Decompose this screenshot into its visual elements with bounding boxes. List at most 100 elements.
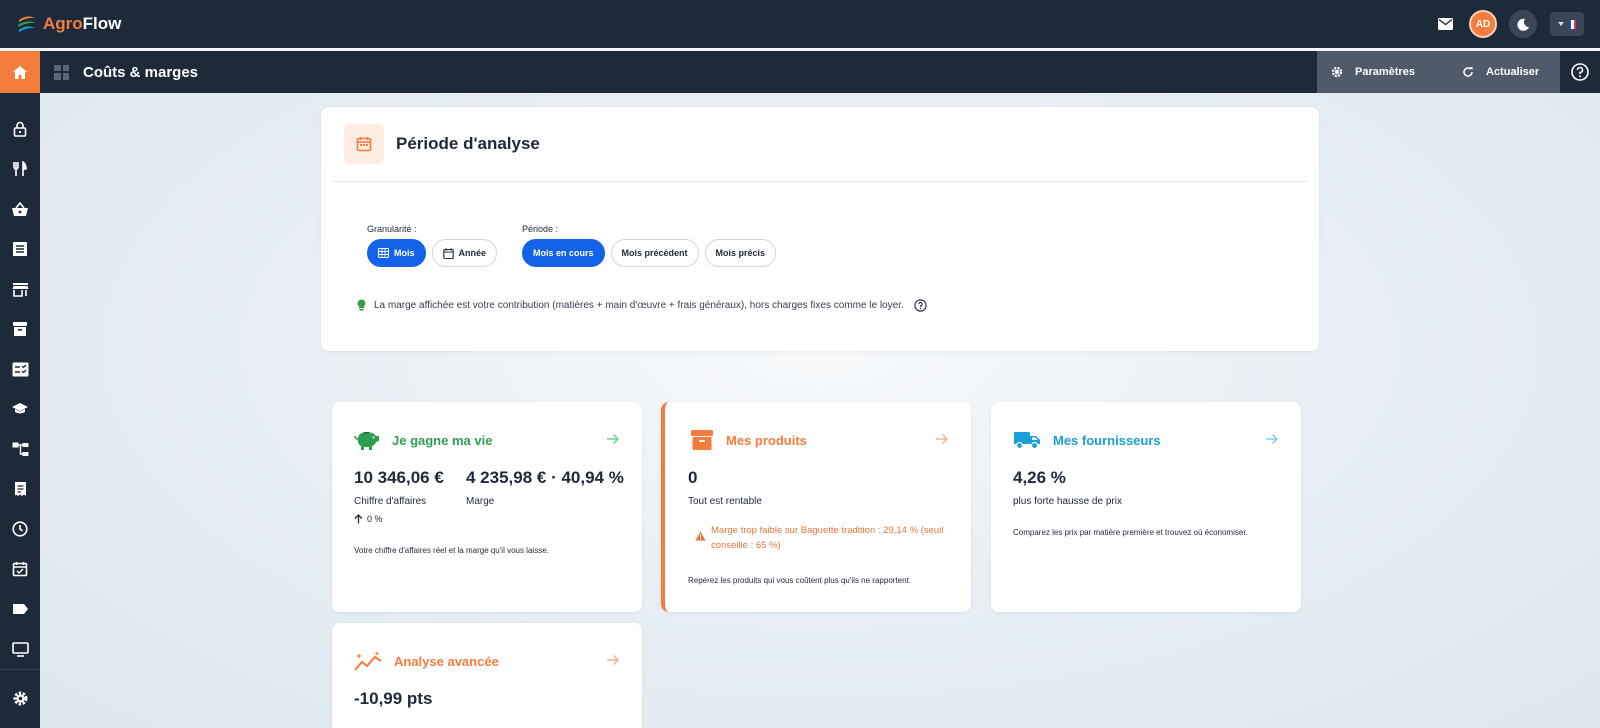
calendar-icon (442, 247, 454, 259)
card-title: Je gagne ma vie (392, 432, 493, 448)
moon-icon (1516, 18, 1529, 31)
sidebar-item-settings[interactable] (0, 678, 40, 718)
basket-icon (12, 201, 28, 216)
dark-mode-toggle[interactable] (1509, 10, 1537, 38)
clock-icon (12, 521, 28, 537)
card-header: Je gagne ma vie (354, 427, 620, 453)
sidebar-item-training[interactable] (0, 389, 40, 429)
home-button[interactable] (0, 51, 40, 93)
sidebar-item-archive[interactable] (0, 309, 40, 349)
period-specific-month-button[interactable]: Mois précis (704, 239, 777, 267)
period-label: Période : (522, 224, 559, 234)
margin-note: La marge affichée est votre contribution… (357, 299, 927, 312)
gear-icon (1331, 66, 1343, 78)
list-icon (13, 242, 27, 256)
school-icon (12, 403, 28, 414)
trend-sparkle-icon (354, 651, 382, 671)
archive-box-icon (691, 430, 713, 450)
settings-icon (13, 691, 27, 705)
revenue-change: 0 % (354, 514, 383, 524)
chevron-down-icon (1558, 22, 1564, 26)
advanced-value: -10,99 pts (354, 689, 433, 708)
settings-button[interactable]: Paramètres (1317, 51, 1447, 93)
archive-icon (13, 322, 27, 336)
refresh-button[interactable]: Actualiser (1447, 51, 1560, 93)
card-products[interactable]: Mes produits 0 Tout est rentable Marge t… (661, 402, 971, 612)
lightbulb-icon (357, 299, 366, 311)
help-icon[interactable] (914, 299, 927, 312)
granularity-group: Granularité : Mois Année (367, 224, 498, 267)
calendar-badge (344, 124, 384, 164)
arrow-right-icon (1266, 433, 1279, 445)
help-button[interactable] (1560, 51, 1600, 93)
sidebar-item-recipes[interactable] (0, 149, 40, 189)
mail-icon[interactable] (1435, 14, 1455, 34)
card-footer: Repérez les produits qui vous coûtent pl… (688, 576, 911, 585)
card-title: Analyse avancée (394, 653, 499, 669)
card-header: Mes produits (690, 427, 949, 453)
card-suppliers[interactable]: Mes fournisseurs 4,26 % plus forte hauss… (991, 402, 1301, 612)
sidebar-item-invoices[interactable] (0, 469, 40, 509)
period-previous-month-button[interactable]: Mois précédent (610, 239, 699, 267)
granularity-year-button[interactable]: Année (431, 239, 498, 267)
sidebar-item-planning[interactable] (0, 549, 40, 589)
period-header: Période d'analyse (333, 107, 1307, 182)
brand-logo-icon (18, 16, 36, 32)
sidebar-item-purchases[interactable] (0, 189, 40, 229)
period-previous-month-label: Mois précédent (621, 248, 688, 258)
card-title: Mes fournisseurs (1053, 432, 1161, 448)
period-current-month-label: Mois en cours (533, 248, 594, 258)
arrow-right-icon (607, 654, 620, 666)
card-livelihood[interactable]: Je gagne ma vie 10 346,06 € Chiffre d'af… (332, 402, 642, 612)
card-footer: Votre chiffre d'affaires réel et la marg… (354, 546, 549, 555)
brand[interactable]: AgroFlow (16, 13, 121, 35)
margin-value: 4 235,98 € · 40,94 % (466, 468, 624, 487)
period-specific-month-label: Mois précis (715, 248, 766, 258)
sidebar-item-labels[interactable] (0, 589, 40, 629)
sidebar (0, 93, 40, 728)
dashboard-icon (54, 64, 69, 80)
refresh-icon (1463, 67, 1473, 77)
period-current-month-button[interactable]: Mois en cours (522, 239, 605, 267)
restaurant-icon (13, 161, 27, 176)
margin-warning: Marge trop faible sur Baguette tradition… (695, 523, 955, 553)
period-title: Période d'analyse (396, 134, 540, 153)
piggy-bank-icon (354, 432, 379, 450)
products-status: Tout est rentable (688, 496, 762, 507)
top-bar: AgroFlow AD (0, 0, 1600, 51)
brand-name: AgroFlow (43, 14, 122, 33)
warning-icon (695, 531, 706, 541)
sidebar-item-security[interactable] (0, 109, 40, 149)
granularity-month-button[interactable]: Mois (367, 239, 426, 267)
calendar-check-icon (12, 562, 28, 577)
card-advanced-analysis[interactable]: Analyse avancée -10,99 pts (332, 623, 642, 728)
revenue-value: 10 346,06 € (354, 468, 444, 487)
price-increase-value: 4,26 % (1013, 468, 1066, 487)
arrow-right-icon (936, 433, 949, 445)
sub-header: Coûts & marges Paramètres Actualiser (0, 51, 1600, 93)
avatar[interactable]: AD (1469, 10, 1497, 38)
sidebar-item-history[interactable] (0, 509, 40, 549)
grid-icon (378, 248, 389, 258)
sidebar-item-tasks[interactable] (0, 349, 40, 389)
sidebar-item-store[interactable] (0, 269, 40, 309)
products-count: 0 (688, 468, 698, 487)
lock-icon (13, 121, 27, 137)
home-icon (13, 65, 27, 79)
margin-label: Marge (466, 496, 495, 507)
language-selector[interactable] (1550, 12, 1584, 36)
checklist-icon (12, 362, 28, 376)
refresh-label: Actualiser (1486, 66, 1540, 78)
price-increase-label: plus forte hausse de prix (1013, 496, 1122, 507)
granularity-year-label: Année (458, 248, 487, 258)
period-group: Période : Mois en cours Mois précédent M… (522, 224, 777, 267)
header-actions: Paramètres Actualiser (1317, 51, 1560, 93)
calendar-icon (356, 137, 372, 152)
monitor-icon (11, 641, 29, 657)
card-title: Mes produits (726, 432, 807, 448)
sidebar-item-structure[interactable] (0, 429, 40, 469)
margin-note-text: La marge affichée est votre contribution… (374, 300, 904, 311)
period-card: Période d'analyse Granularité : Mois Ann… (321, 107, 1319, 351)
sidebar-item-lists[interactable] (0, 229, 40, 269)
sidebar-item-display[interactable] (0, 629, 40, 669)
